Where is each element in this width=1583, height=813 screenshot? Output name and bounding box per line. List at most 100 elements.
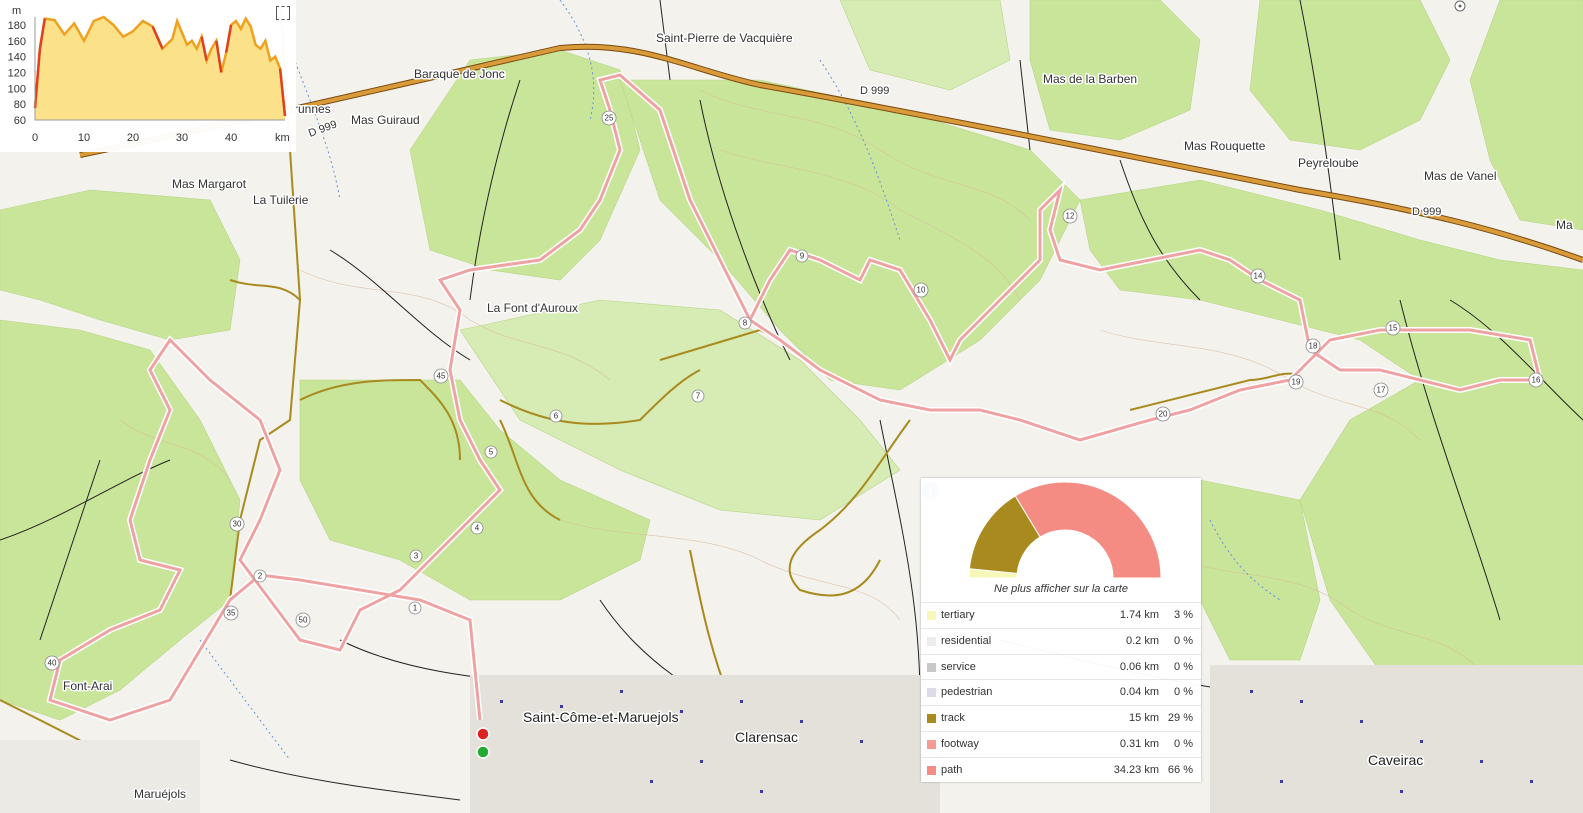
stats-row-footway: footway 0.31 km 0 % — [921, 730, 1201, 757]
place-label: Mas Guiraud — [351, 113, 420, 127]
place-label: Clarensac — [735, 729, 798, 745]
place-label: La Font d'Auroux — [487, 301, 578, 315]
km-marker-label: 5 — [489, 448, 494, 457]
road-label: D 999 — [1412, 206, 1441, 218]
road-type-distance: 0.04 km — [1119, 686, 1159, 699]
elevation-profile-panel[interactable]: m 180 160 140 120 100 80 60 0 10 20 30 40 km — [0, 0, 296, 152]
road-type-distance: 0.31 km — [1119, 737, 1159, 750]
compass-icon[interactable] — [1451, 0, 1469, 14]
place-label: Mas Rouquette — [1184, 139, 1266, 153]
place-label: Mas de la Barben — [1043, 72, 1137, 86]
road-type-percent: 0 % — [1174, 634, 1193, 647]
elevation-fill — [35, 17, 285, 120]
km-marker: 17 — [1373, 382, 1389, 398]
km-marker: 40 — [44, 655, 60, 671]
km-marker-label: 40 — [48, 659, 57, 668]
km-marker-label: 1 — [413, 604, 418, 613]
km-marker: 18 — [1305, 338, 1321, 354]
x-tick-label: 20 — [127, 132, 139, 144]
road-type-name: tertiary — [941, 609, 975, 621]
x-tick-label: 10 — [78, 132, 90, 144]
y-tick-label: 100 — [8, 83, 26, 95]
km-marker: 4 — [470, 521, 484, 535]
start-marker-icon[interactable] — [476, 745, 490, 759]
km-marker-label: 14 — [1254, 272, 1263, 281]
road-type-name: path — [941, 763, 963, 776]
km-marker-label: 6 — [554, 412, 559, 421]
road-type-name: pedestrian — [941, 686, 993, 699]
stats-row-tertiary: tertiary 1.74 km 3 % — [921, 602, 1201, 628]
expand-profile-button[interactable] — [276, 6, 290, 20]
x-axis-unit: km — [275, 132, 290, 144]
road-type-percent: 0 % — [1174, 686, 1193, 699]
legend-swatch — [927, 765, 936, 775]
road-label: D 999 — [860, 85, 889, 97]
km-marker-label: 17 — [1377, 386, 1386, 395]
km-marker: 19 — [1288, 374, 1304, 390]
y-axis-ticks: 180 160 140 120 100 80 60 — [8, 20, 26, 127]
km-marker-label: 19 — [1292, 378, 1301, 387]
y-axis-unit: m — [12, 5, 21, 17]
road-type-name: track — [941, 712, 965, 725]
road-type-percent: 0 % — [1174, 737, 1193, 750]
km-marker-label: 10 — [917, 286, 926, 295]
road-type-donut-chart — [968, 481, 1162, 579]
elevation-chart[interactable]: m 180 160 140 120 100 80 60 0 10 20 30 40 km — [0, 0, 296, 152]
road-type-percent: 0 % — [1174, 660, 1193, 673]
km-marker-label: 20 — [1159, 410, 1168, 419]
km-marker: 14 — [1250, 268, 1266, 284]
km-marker-label: 25 — [605, 114, 614, 123]
y-tick-label: 60 — [14, 115, 26, 127]
x-tick-label: 0 — [32, 132, 38, 144]
road-type-percent: 66 % — [1167, 763, 1193, 776]
legend-swatch — [927, 662, 936, 672]
road-type-distance: 34.23 km — [1113, 763, 1159, 776]
road-type-distance: 0.06 km — [1119, 660, 1159, 673]
km-marker-label: 9 — [800, 252, 805, 261]
place-label: Baraque de Jonc — [414, 67, 505, 81]
km-marker-label: 35 — [227, 609, 236, 618]
km-marker: 35 — [223, 605, 239, 621]
km-marker: 15 — [1385, 320, 1401, 336]
place-label: Peyreloube — [1298, 156, 1359, 170]
stats-row-path: path 34.23 km 66 % — [921, 756, 1201, 783]
place-label: Mas de Vanel — [1424, 169, 1497, 183]
km-marker-label: 45 — [437, 372, 446, 381]
place-label: Mas Margarot — [172, 177, 247, 191]
km-marker: 7 — [691, 389, 705, 403]
km-marker-label: 15 — [1389, 324, 1398, 333]
x-axis-ticks: 0 10 20 30 40 — [32, 132, 237, 144]
km-marker: 20 — [1155, 406, 1171, 422]
donut-slice-path — [1014, 481, 1162, 579]
km-marker: 50 — [295, 612, 311, 628]
km-marker: 12 — [1062, 208, 1078, 224]
km-marker-label: 18 — [1309, 342, 1318, 351]
road-type-distance: 15 km — [1129, 712, 1159, 725]
legend-swatch — [927, 611, 936, 620]
place-label: La Tuilerie — [253, 193, 309, 207]
km-marker: 30 — [229, 516, 245, 532]
legend-swatch — [927, 714, 936, 724]
legend-swatch — [927, 688, 936, 698]
legend-swatch — [927, 739, 936, 749]
hide-on-map-link[interactable]: Ne plus afficher sur la carte — [921, 583, 1201, 595]
km-marker: 8 — [738, 316, 752, 330]
place-label: Caveirac — [1368, 752, 1423, 768]
place-label: Saint-Côme-et-Maruejols — [523, 709, 679, 725]
km-marker: 2 — [253, 569, 267, 583]
y-tick-label: 160 — [8, 36, 26, 48]
elevation-area — [33, 15, 287, 121]
km-marker: 10 — [913, 282, 929, 298]
place-label: Maruéjols — [134, 787, 186, 801]
place-label: Ma — [1556, 218, 1573, 232]
y-tick-label: 120 — [8, 67, 26, 79]
end-marker-icon[interactable] — [476, 727, 490, 741]
road-type-name: residential — [941, 634, 992, 647]
km-marker: 9 — [795, 249, 809, 263]
km-marker-label: 30 — [233, 520, 242, 529]
stats-table: tertiary 1.74 km 3 % residential 0.2 km 0 % se… — [921, 602, 1201, 783]
km-marker-label: 12 — [1066, 212, 1075, 221]
road-type-percent: 29 % — [1167, 712, 1193, 725]
x-tick-label: 40 — [225, 132, 237, 144]
legend-swatch — [927, 636, 936, 646]
